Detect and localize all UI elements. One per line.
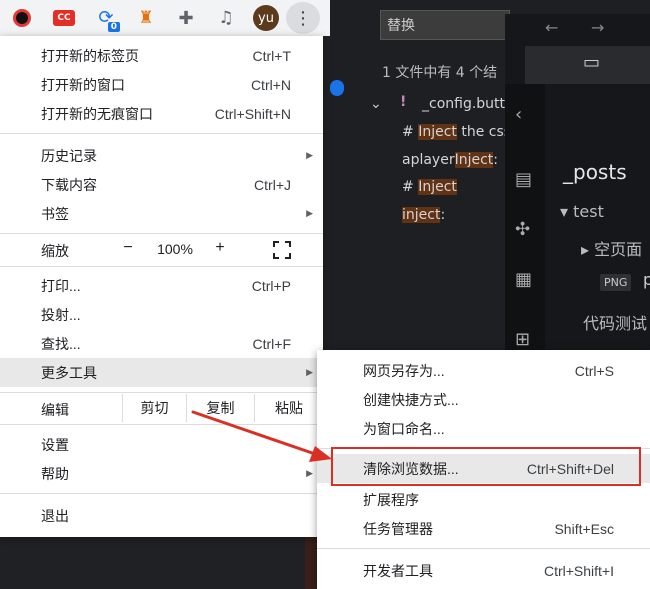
png-file-name[interactable]: p [643, 270, 650, 289]
menu-divider [0, 424, 323, 425]
zoom-control-row: 缩放 − 100% + [0, 235, 323, 264]
zoom-level: 100% [157, 241, 193, 257]
tree-item[interactable]: 代码测试 [583, 310, 647, 334]
submenu-arrow-icon: ▶ [306, 150, 313, 160]
blocks-icon[interactable]: ⊞ [515, 329, 530, 350]
tree-folder[interactable]: ▾ test [560, 202, 604, 221]
warning-icon: ! [400, 94, 407, 110]
menu-item-cast[interactable]: 投射... [0, 300, 323, 329]
result-file-name[interactable]: _config.butt [422, 96, 505, 112]
menu-divider [0, 133, 323, 134]
png-file-tag: PNG [600, 274, 632, 291]
result-line[interactable]: # Inject the css [402, 124, 511, 140]
menu-item-find[interactable]: 查找... Ctrl+F [0, 329, 323, 358]
media-controls-icon[interactable]: ♫ [212, 4, 240, 32]
chevron-down-icon[interactable]: ⌄ [370, 96, 382, 112]
menu-item-settings[interactable]: 设置 [0, 430, 323, 459]
extensions-puzzle-icon[interactable]: ✚ [172, 4, 200, 32]
document-icon[interactable]: ▤ [515, 169, 532, 190]
submenu-arrow-icon: ▶ [306, 208, 313, 218]
menu-item-exit[interactable]: 退出 [0, 501, 323, 530]
back-arrow-icon[interactable]: ← [545, 18, 558, 37]
menu-item-print[interactable]: 打印... Ctrl+P [0, 271, 323, 300]
ext-record-icon[interactable] [8, 4, 36, 32]
profile-avatar[interactable]: yu [252, 4, 280, 32]
annotation-highlight-box [331, 447, 641, 486]
menu-item-history[interactable]: 历史记录 ▶ [0, 141, 323, 170]
paste-button[interactable]: 粘贴 [254, 394, 323, 422]
folder-title: _posts [563, 160, 627, 184]
menu-divider [0, 233, 323, 234]
ext-sync-icon[interactable]: ⟳ 0 [92, 4, 120, 32]
browser-toolbar: CC ⟳ 0 ♜ ✚ ♫ yu ⋮ [0, 0, 330, 36]
submenu-item-name-window[interactable]: 为窗口命名... [317, 414, 650, 443]
submenu-arrow-icon: ▶ [306, 468, 313, 478]
menu-item-new-tab[interactable]: 打开新的标签页 Ctrl+T [0, 41, 323, 70]
result-line[interactable]: # Inject [402, 179, 457, 195]
zoom-out-button[interactable]: − [118, 239, 138, 257]
fullscreen-icon[interactable] [273, 241, 291, 259]
menu-item-downloads[interactable]: 下载内容 Ctrl+J [0, 170, 323, 199]
replace-input[interactable]: 替换 [380, 10, 510, 40]
menu-item-more-tools[interactable]: 更多工具 ▶ [0, 358, 323, 387]
menu-divider [0, 493, 323, 494]
forward-arrow-icon[interactable]: → [591, 18, 604, 37]
more-tools-submenu: 网页另存为... Ctrl+S 创建快捷方式... 为窗口命名... 清除浏览数… [317, 350, 650, 589]
result-line[interactable]: inject: [402, 207, 445, 223]
copy-button[interactable]: 复制 [186, 394, 254, 422]
zoom-in-button[interactable]: + [210, 239, 230, 257]
edit-control-row: 编辑 剪切 复制 粘贴 [0, 394, 323, 422]
tree-subfolder[interactable]: ▸ 空页面 [581, 236, 642, 260]
graph-icon[interactable]: ✣ [515, 219, 530, 240]
submenu-arrow-icon: ▶ [306, 367, 313, 377]
menu-divider [0, 392, 323, 393]
search-result-summary: 1 文件中有 4 个结 [382, 65, 498, 81]
browser-main-menu: 打开新的标签页 Ctrl+T 打开新的窗口 Ctrl+N 打开新的无痕窗口 Ct… [0, 36, 323, 537]
ext-badge: 0 [107, 22, 120, 32]
chevron-left-icon[interactable]: ‹ [515, 104, 522, 125]
submenu-item-task-manager[interactable]: 任务管理器 Shift+Esc [317, 514, 650, 543]
menu-divider [0, 266, 323, 267]
submenu-item-create-shortcut[interactable]: 创建快捷方式... [317, 385, 650, 414]
menu-item-new-incognito[interactable]: 打开新的无痕窗口 Ctrl+Shift+N [0, 99, 323, 128]
cut-button[interactable]: 剪切 [122, 394, 186, 422]
menu-item-bookmarks[interactable]: 书签 ▶ [0, 199, 323, 228]
gutter-badge [330, 80, 344, 96]
menu-item-help[interactable]: 帮助 ▶ [0, 459, 323, 488]
more-vertical-icon[interactable]: ⋮ [286, 2, 320, 34]
menu-divider [317, 548, 650, 549]
canvas-icon[interactable]: ▦ [515, 269, 532, 290]
submenu-item-extensions[interactable]: 扩展程序 [317, 485, 650, 514]
menu-item-new-window[interactable]: 打开新的窗口 Ctrl+N [0, 70, 323, 99]
submenu-item-developer-tools[interactable]: 开发者工具 Ctrl+Shift+I [317, 556, 650, 585]
ext-tower-icon[interactable]: ♜ [132, 4, 160, 32]
result-line[interactable]: aplayerInject: [402, 152, 498, 168]
submenu-item-save-page[interactable]: 网页另存为... Ctrl+S [317, 356, 650, 385]
ext-cc-icon[interactable]: CC [50, 4, 78, 32]
folder-icon[interactable]: ▭ [583, 52, 600, 73]
